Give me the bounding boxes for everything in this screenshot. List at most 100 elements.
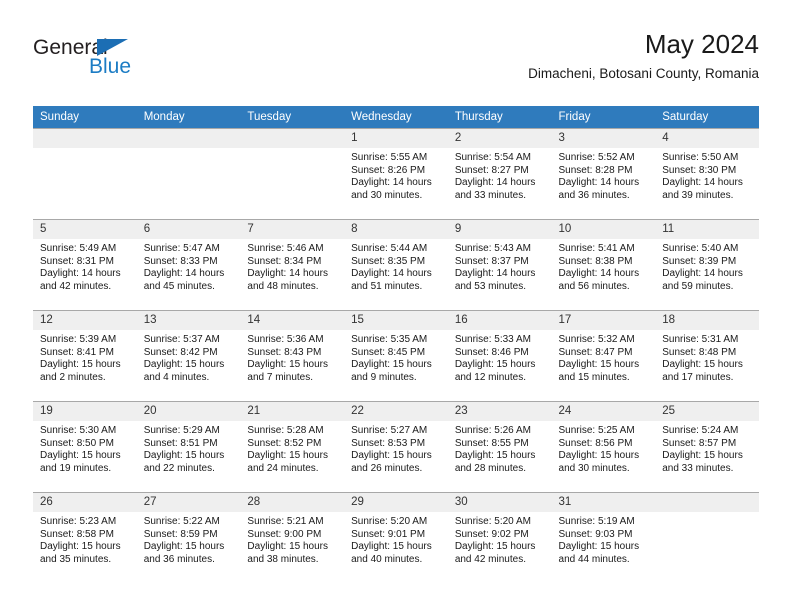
- day-cell-inner: [655, 493, 759, 583]
- calendar-day-cell[interactable]: 15 Sunrise: 5:35 AM Sunset: 8:45 PM Dayligh…: [344, 310, 448, 402]
- daylight-text-line2: and 22 minutes.: [143, 462, 215, 474]
- day-cell-inner: 31 Sunrise: 5:19 AM Sunset: 9:03 PM Dayligh…: [551, 493, 656, 583]
- daylight-text-line1: Daylight: 15 hours: [662, 359, 743, 371]
- daylight-text-line1: Daylight: 15 hours: [40, 450, 121, 462]
- day-cell-inner: 6 Sunrise: 5:47 AM Sunset: 8:33 PM Daylight…: [136, 220, 241, 310]
- daylight-text-line1: Daylight: 14 hours: [558, 177, 640, 189]
- day-cell-inner: 29 Sunrise: 5:20 AM Sunset: 9:01 PM Dayligh…: [344, 493, 448, 583]
- day-number: 18: [655, 311, 759, 330]
- calendar-day-cell[interactable]: 11 Sunrise: 5:40 AM Sunset: 8:39 PM Dayligh…: [655, 219, 759, 311]
- logo-text-blue: Blue: [89, 55, 132, 78]
- calendar-day-cell[interactable]: 18 Sunrise: 5:31 AM Sunset: 8:48 PM Dayligh…: [655, 310, 759, 402]
- calendar-day-cell[interactable]: 5 Sunrise: 5:49 AM Sunset: 8:31 PM Daylight…: [33, 219, 137, 311]
- sunrise-text: Sunrise: 5:55 AM: [351, 152, 428, 163]
- day-details: Sunrise: 5:43 AM Sunset: 8:37 PM Daylight:…: [448, 239, 552, 293]
- day-details: Sunrise: 5:19 AM Sunset: 9:03 PM Daylight:…: [552, 512, 656, 566]
- sunrise-text: Sunrise: 5:49 AM: [40, 243, 117, 254]
- day-details: Sunrise: 5:49 AM Sunset: 8:31 PM Daylight:…: [33, 239, 137, 293]
- day-number: 13: [136, 311, 241, 330]
- sunset-text: Sunset: 9:00 PM: [247, 528, 322, 540]
- calendar-day-cell[interactable]: 20 Sunrise: 5:29 AM Sunset: 8:51 PM Dayligh…: [136, 401, 241, 493]
- calendar-day-cell[interactable]: 14 Sunrise: 5:36 AM Sunset: 8:43 PM Dayligh…: [240, 310, 345, 402]
- day-details: Sunrise: 5:55 AM Sunset: 8:26 PM Daylight:…: [344, 148, 448, 202]
- sunrise-text: Sunrise: 5:33 AM: [454, 334, 531, 345]
- sunset-text: Sunset: 8:27 PM: [454, 164, 529, 176]
- calendar-day-cell[interactable]: 22 Sunrise: 5:27 AM Sunset: 8:53 PM Dayligh…: [344, 401, 448, 493]
- day-number: 15: [344, 311, 448, 330]
- day-details: Sunrise: 5:24 AM Sunset: 8:57 PM Daylight:…: [655, 421, 759, 475]
- day-cell-inner: 18 Sunrise: 5:31 AM Sunset: 8:48 PM Dayligh…: [655, 311, 759, 401]
- day-number: 23: [447, 402, 552, 421]
- calendar-day-cell[interactable]: 13 Sunrise: 5:37 AM Sunset: 8:42 PM Dayligh…: [136, 310, 241, 402]
- calendar-day-cell[interactable]: 8 Sunrise: 5:44 AM Sunset: 8:35 PM Daylight…: [344, 219, 448, 311]
- sunrise-text: Sunrise: 5:35 AM: [351, 334, 428, 345]
- calendar-day-cell[interactable]: 7 Sunrise: 5:46 AM Sunset: 8:34 PM Daylight…: [240, 219, 345, 311]
- calendar-day-cell[interactable]: 26 Sunrise: 5:23 AM Sunset: 8:58 PM Dayligh…: [33, 492, 137, 583]
- calendar-day-cell[interactable]: 6 Sunrise: 5:47 AM Sunset: 8:33 PM Daylight…: [136, 219, 241, 311]
- sunset-text: Sunset: 8:28 PM: [558, 164, 633, 176]
- sunrise-text: Sunrise: 5:24 AM: [662, 425, 739, 436]
- calendar-day-cell[interactable]: 31 Sunrise: 5:19 AM Sunset: 9:03 PM Dayligh…: [551, 492, 656, 583]
- calendar-day-cell[interactable]: 9 Sunrise: 5:43 AM Sunset: 8:37 PM Daylight…: [447, 219, 552, 311]
- daylight-text-line2: and 30 minutes.: [351, 189, 423, 201]
- calendar-day-cell[interactable]: 17 Sunrise: 5:32 AM Sunset: 8:47 PM Dayligh…: [551, 310, 656, 402]
- calendar-day-cell[interactable]: 1 Sunrise: 5:55 AM Sunset: 8:26 PM Daylight…: [344, 128, 448, 220]
- sunset-text: Sunset: 8:43 PM: [247, 346, 322, 358]
- sunset-text: Sunset: 8:57 PM: [662, 437, 737, 449]
- daylight-text-line1: Daylight: 14 hours: [351, 268, 432, 280]
- calendar-day-cell[interactable]: 30 Sunrise: 5:20 AM Sunset: 9:02 PM Dayligh…: [447, 492, 552, 583]
- calendar-day-cell[interactable]: 4 Sunrise: 5:50 AM Sunset: 8:30 PM Daylight…: [655, 128, 759, 220]
- calendar-day-cell[interactable]: 16 Sunrise: 5:33 AM Sunset: 8:46 PM Dayligh…: [447, 310, 552, 402]
- day-number: 9: [447, 220, 552, 239]
- daylight-text-line1: Daylight: 14 hours: [40, 268, 121, 280]
- day-details: Sunrise: 5:30 AM Sunset: 8:50 PM Daylight:…: [33, 421, 137, 475]
- calendar-day-cell[interactable]: 29 Sunrise: 5:20 AM Sunset: 9:01 PM Dayligh…: [344, 492, 448, 583]
- calendar-day-cell[interactable]: 19 Sunrise: 5:30 AM Sunset: 8:50 PM Dayligh…: [33, 401, 137, 493]
- day-cell-inner: 23 Sunrise: 5:26 AM Sunset: 8:55 PM Dayligh…: [447, 402, 552, 492]
- day-number: 1: [344, 129, 448, 148]
- day-number: 28: [240, 493, 345, 512]
- day-details: Sunrise: 5:54 AM Sunset: 8:27 PM Daylight:…: [448, 148, 552, 202]
- day-cell-inner: 9 Sunrise: 5:43 AM Sunset: 8:37 PM Daylight…: [447, 220, 552, 310]
- calendar-day-cell[interactable]: 27 Sunrise: 5:22 AM Sunset: 8:59 PM Dayligh…: [136, 492, 241, 583]
- calendar-day-cell[interactable]: 23 Sunrise: 5:26 AM Sunset: 8:55 PM Dayligh…: [447, 401, 552, 493]
- daylight-text-line1: Daylight: 15 hours: [662, 450, 743, 462]
- daylight-text-line2: and 28 minutes.: [454, 462, 526, 474]
- day-details: Sunrise: 5:33 AM Sunset: 8:46 PM Daylight:…: [448, 330, 552, 384]
- sunrise-text: Sunrise: 5:23 AM: [40, 516, 117, 527]
- sunset-text: Sunset: 9:01 PM: [351, 528, 426, 540]
- calendar-day-cell[interactable]: 2 Sunrise: 5:54 AM Sunset: 8:27 PM Daylight…: [447, 128, 552, 220]
- sunset-text: Sunset: 8:41 PM: [40, 346, 114, 358]
- daylight-text-line1: Daylight: 15 hours: [247, 359, 329, 371]
- calendar-week-row: 19 Sunrise: 5:30 AM Sunset: 8:50 PM Dayligh…: [33, 401, 759, 493]
- calendar-empty-cell: [33, 128, 137, 220]
- calendar-day-cell[interactable]: 24 Sunrise: 5:25 AM Sunset: 8:56 PM Dayligh…: [551, 401, 656, 493]
- daylight-text-line2: and 17 minutes.: [662, 371, 734, 383]
- daylight-text-line2: and 40 minutes.: [351, 553, 423, 565]
- calendar-body: 1 Sunrise: 5:55 AM Sunset: 8:26 PM Daylight…: [33, 128, 759, 583]
- daylight-text-line1: Daylight: 15 hours: [454, 541, 536, 553]
- day-details: Sunrise: 5:35 AM Sunset: 8:45 PM Daylight:…: [344, 330, 448, 384]
- sunset-text: Sunset: 9:03 PM: [558, 528, 633, 540]
- calendar-page: General Blue May 2024 Dimacheni, Botosan…: [0, 0, 792, 612]
- day-number: 21: [240, 402, 345, 421]
- daylight-text-line2: and 12 minutes.: [454, 371, 526, 383]
- day-number: 17: [551, 311, 656, 330]
- daylight-text-line1: Daylight: 15 hours: [143, 359, 225, 371]
- calendar-day-cell[interactable]: 3 Sunrise: 5:52 AM Sunset: 8:28 PM Daylight…: [551, 128, 656, 220]
- logo-triangle-icon: [97, 39, 128, 56]
- calendar-day-cell[interactable]: 21 Sunrise: 5:28 AM Sunset: 8:52 PM Dayligh…: [240, 401, 345, 493]
- calendar-day-cell[interactable]: 12 Sunrise: 5:39 AM Sunset: 8:41 PM Dayligh…: [33, 310, 137, 402]
- calendar-day-cell[interactable]: 25 Sunrise: 5:24 AM Sunset: 8:57 PM Dayligh…: [655, 401, 759, 493]
- day-details: Sunrise: 5:31 AM Sunset: 8:48 PM Daylight:…: [655, 330, 759, 384]
- sunrise-text: Sunrise: 5:27 AM: [351, 425, 428, 436]
- calendar-day-cell[interactable]: 10 Sunrise: 5:41 AM Sunset: 8:38 PM Dayligh…: [551, 219, 656, 311]
- day-number: 12: [33, 311, 137, 330]
- day-number: 31: [551, 493, 656, 512]
- day-cell-inner: 2 Sunrise: 5:54 AM Sunset: 8:27 PM Daylight…: [447, 129, 552, 219]
- day-cell-inner: 28 Sunrise: 5:21 AM Sunset: 9:00 PM Dayligh…: [240, 493, 345, 583]
- sunrise-text: Sunrise: 5:30 AM: [40, 425, 117, 436]
- general-blue-logo: General Blue: [33, 36, 193, 86]
- calendar-day-cell[interactable]: 28 Sunrise: 5:21 AM Sunset: 9:00 PM Dayligh…: [240, 492, 345, 583]
- day-details: Sunrise: 5:23 AM Sunset: 8:58 PM Daylight:…: [33, 512, 137, 566]
